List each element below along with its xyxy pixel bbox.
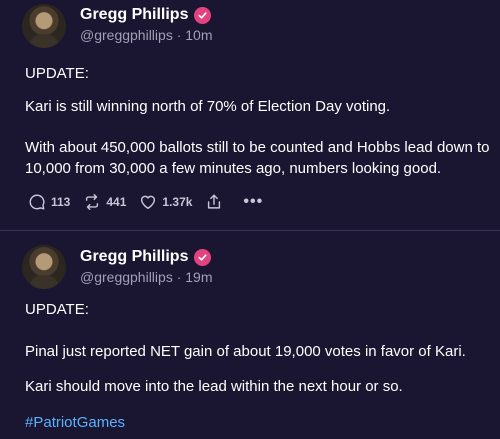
more-button[interactable]: •••	[243, 193, 263, 211]
avatar[interactable]	[22, 4, 66, 48]
verified-badge-icon	[194, 248, 212, 266]
feed: Gregg Phillips @greggphillips · 10m UPDA…	[0, 0, 500, 439]
avatar[interactable]	[22, 245, 66, 289]
repost-icon	[86, 194, 99, 210]
post-body: UPDATE:	[25, 299, 490, 320]
post-body: Kari should move into the lead within th…	[25, 376, 490, 397]
repost-button[interactable]: 441	[83, 193, 126, 211]
post-paragraph: Kari should move into the lead within th…	[25, 378, 403, 395]
reply-button[interactable]: 113	[28, 193, 70, 211]
reply-count: 113	[51, 195, 71, 209]
heart-icon	[141, 195, 156, 210]
author-row: Gregg Phillips	[80, 248, 212, 266]
post-paragraph: Kari is still winning north of 70% of El…	[25, 98, 391, 115]
like-count: 1.37k	[162, 195, 193, 209]
post-actions: 113 441 1.37k •••	[28, 193, 276, 211]
post-meta: @greggphillips · 19m	[80, 269, 213, 285]
post-body: With about 450,000 ballots still to be c…	[25, 137, 490, 179]
more-icon: •••	[243, 193, 264, 210]
like-button[interactable]: 1.37k	[139, 193, 192, 211]
hashtag-link[interactable]: #PatriotGames	[25, 412, 490, 433]
post[interactable]: Gregg Phillips @greggphillips · 10m UPDA…	[0, 0, 500, 230]
post-paragraph: UPDATE:	[25, 301, 89, 318]
verified-badge-icon	[194, 6, 212, 24]
post-paragraph: Pinal just reported NET gain of about 19…	[25, 343, 466, 360]
post-body: UPDATE:	[25, 63, 490, 84]
reply-icon	[29, 194, 45, 210]
author-name[interactable]: Gregg Phillips	[80, 6, 188, 24]
post-paragraph: With about 450,000 ballots still to be c…	[25, 139, 490, 177]
share-icon	[208, 194, 221, 209]
share-button[interactable]	[205, 193, 228, 211]
post-paragraph: UPDATE:	[25, 65, 89, 82]
author-row: Gregg Phillips	[80, 6, 212, 24]
post-body: Kari is still winning north of 70% of El…	[25, 96, 490, 117]
author-name[interactable]: Gregg Phillips	[80, 248, 188, 266]
post-meta: @greggphillips · 10m	[80, 27, 213, 43]
post-body: Pinal just reported NET gain of about 19…	[25, 341, 490, 362]
repost-count: 441	[106, 195, 127, 209]
post-body: #PatriotGames	[25, 412, 490, 433]
post[interactable]: Gregg Phillips @greggphillips · 19m UPDA…	[0, 231, 500, 439]
